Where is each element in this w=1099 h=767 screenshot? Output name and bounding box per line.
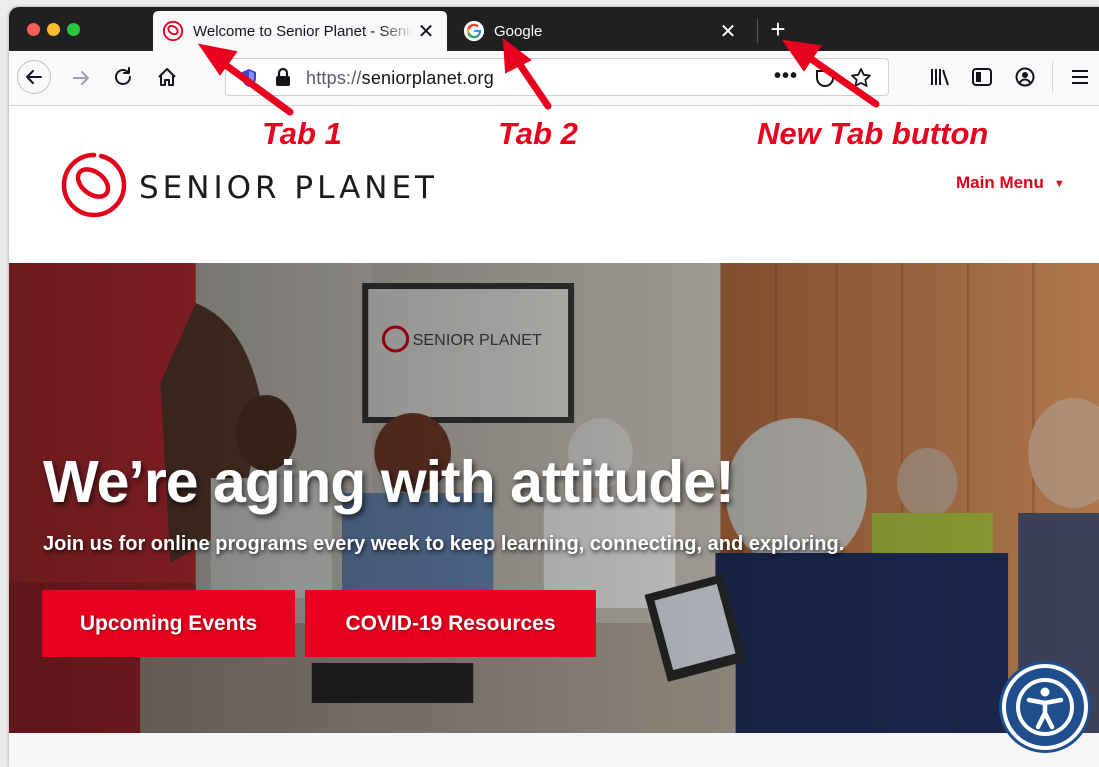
senior-planet-favicon-icon	[162, 20, 184, 42]
tab2-annotation: Tab 2	[498, 116, 578, 151]
covid-resources-button[interactable]: COVID-19 Resources	[305, 590, 596, 657]
address-bar[interactable]: https://seniorplanet.org •••	[225, 58, 889, 96]
back-arrow-icon	[26, 70, 42, 84]
new-tab-annotation: New Tab button	[757, 116, 989, 151]
tab-separator	[757, 19, 758, 43]
tab-title: Google	[494, 22, 543, 40]
close-tab-icon[interactable]: ✕	[413, 19, 439, 44]
tracking-shield-icon[interactable]	[240, 68, 258, 88]
caret-down-icon: ▼	[1053, 177, 1065, 190]
navigation-toolbar: https://seniorplanet.org •••	[9, 51, 1099, 106]
home-icon	[158, 68, 176, 86]
pocket-icon[interactable]	[815, 68, 835, 88]
library-icon	[931, 69, 949, 86]
url-host: seniorplanet.org	[361, 68, 494, 88]
reload-button[interactable]	[109, 63, 137, 91]
tab-senior-planet[interactable]: Welcome to Senior Planet - Senior Planet…	[153, 11, 447, 51]
senior-planet-logo-icon[interactable]	[61, 152, 127, 218]
main-menu-label: Main Menu	[956, 173, 1044, 192]
url-text[interactable]: https://seniorplanet.org	[306, 68, 494, 89]
account-button[interactable]	[1012, 64, 1038, 90]
back-button[interactable]	[17, 60, 51, 94]
main-menu-toggle[interactable]: Main Menu ▼	[956, 173, 1065, 193]
tab1-annotation: Tab 1	[262, 116, 342, 151]
webpage: SENIOR PLANET Main Menu ▼ We’re aging wi…	[9, 106, 1099, 767]
url-scheme: https://	[306, 68, 362, 88]
tab-google[interactable]: Google ✕	[454, 11, 749, 51]
sidebar-button[interactable]	[969, 64, 995, 90]
reload-icon	[115, 67, 131, 85]
toolbar-divider	[1052, 61, 1053, 93]
new-tab-button[interactable]: +	[765, 16, 791, 43]
library-button[interactable]	[927, 64, 953, 90]
account-icon	[1015, 67, 1035, 87]
page-actions-dots-icon[interactable]: •••	[774, 65, 798, 88]
site-wordmark[interactable]: SENIOR PLANET	[139, 170, 438, 206]
window-close-button[interactable]	[27, 23, 40, 36]
accessibility-person-icon	[1016, 678, 1074, 736]
tab-title: Welcome to Senior Planet - Senior Planet	[193, 22, 413, 40]
page-content-strip	[9, 733, 1099, 767]
sidebar-icon	[972, 68, 992, 86]
bookmark-star-icon[interactable]	[850, 67, 872, 89]
hamburger-menu-icon	[1072, 70, 1088, 84]
close-tab-icon[interactable]: ✕	[715, 19, 741, 44]
window-minimize-button[interactable]	[47, 23, 60, 36]
lock-icon[interactable]	[274, 67, 292, 87]
forward-arrow-icon	[73, 71, 89, 85]
app-menu-button[interactable]	[1067, 64, 1093, 90]
hero-headline: We’re aging with attitude!	[43, 449, 735, 515]
hero-subheadline: Join us for online programs every week t…	[43, 533, 845, 555]
hero-section: SENIOR PLANET	[9, 263, 1099, 733]
home-button[interactable]	[153, 63, 181, 91]
tab-strip: Welcome to Senior Planet - Senior Planet…	[9, 7, 1099, 51]
upcoming-events-button[interactable]: Upcoming Events	[42, 590, 295, 657]
window-zoom-button[interactable]	[67, 23, 80, 36]
google-favicon-icon	[463, 20, 485, 42]
forward-button[interactable]	[67, 64, 95, 92]
accessibility-button[interactable]	[1002, 664, 1088, 750]
